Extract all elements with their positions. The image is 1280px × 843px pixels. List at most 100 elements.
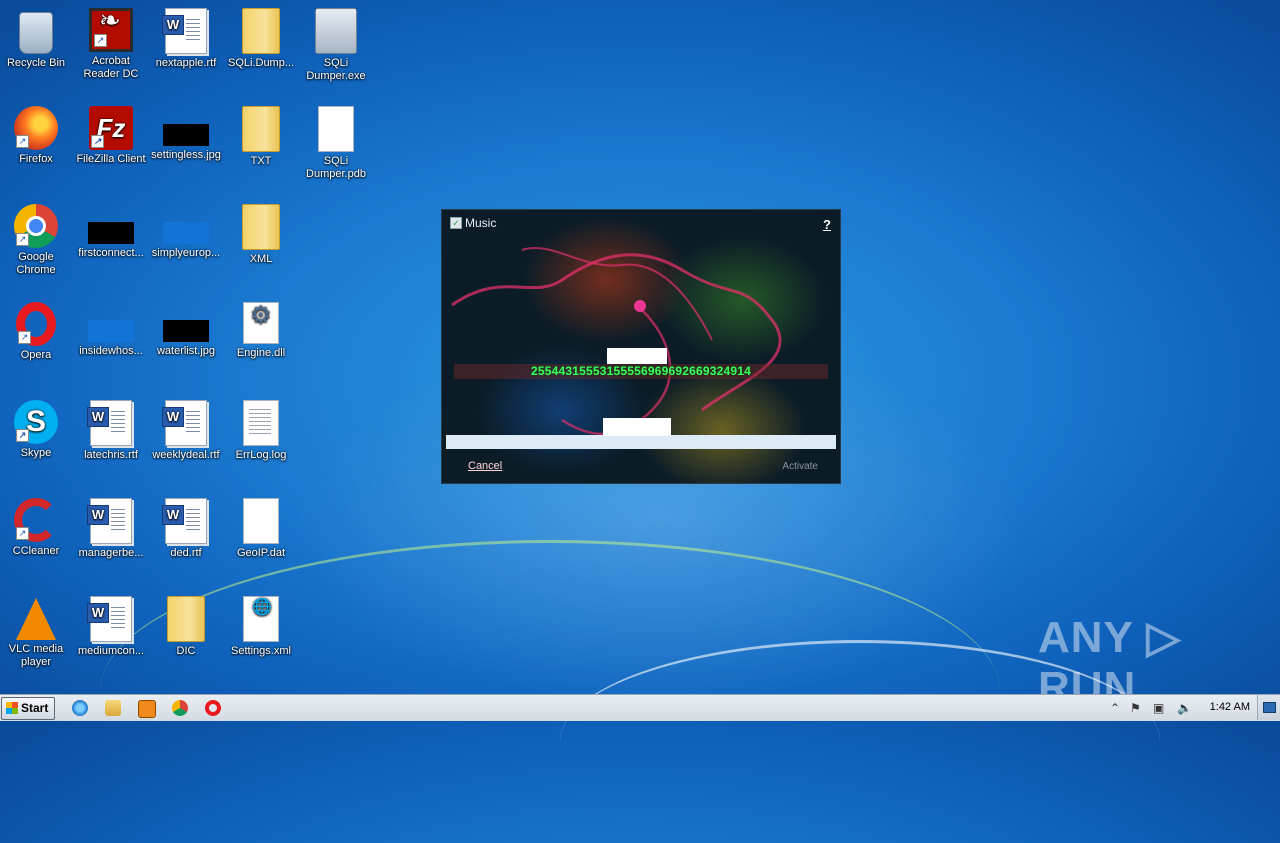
desktop-icon-settings-xml[interactable]: Settings.xml bbox=[224, 596, 298, 658]
desktop-icon-label: mediumcon... bbox=[77, 645, 145, 657]
music-dialog: ✓ Music ? 255443155531555569696926693249… bbox=[441, 209, 841, 484]
desktop-icon-managerbe[interactable]: managerbe... bbox=[74, 498, 148, 560]
desktop-icon-label: VLC media player bbox=[8, 643, 64, 668]
activate-button[interactable]: Activate bbox=[782, 461, 818, 472]
desktop-icon-latechris[interactable]: latechris.rtf bbox=[74, 400, 148, 462]
desktop-icon-chrome[interactable]: ↗ Google Chrome bbox=[0, 204, 73, 277]
desktop-icon-nextapple[interactable]: nextapple.rtf bbox=[149, 8, 223, 70]
windows-flag-icon bbox=[6, 702, 18, 714]
tray-expand-icon[interactable]: ⌃ bbox=[1110, 701, 1120, 715]
desktop-icon-label: Recycle Bin bbox=[6, 57, 66, 69]
desktop-icon-label: nextapple.rtf bbox=[155, 57, 217, 69]
folder-icon bbox=[242, 204, 280, 250]
desktop-icon-dic-folder[interactable]: DIC bbox=[149, 596, 223, 658]
desktop-icon-label: ErrLog.log bbox=[235, 449, 287, 461]
desktop-icon-txt-folder[interactable]: TXT bbox=[224, 106, 298, 168]
shortcut-arrow-icon: ↗ bbox=[16, 527, 29, 540]
desktop-icon-label: CCleaner bbox=[12, 545, 60, 557]
shortcut-arrow-icon: ↗ bbox=[91, 135, 104, 148]
desktop-icon-geoip[interactable]: GeoIP.dat bbox=[224, 498, 298, 560]
xml-file-icon bbox=[243, 596, 279, 642]
acrobat-icon: ↗ bbox=[89, 8, 133, 52]
desktop-icon-recycle-bin[interactable]: Recycle Bin bbox=[0, 8, 73, 70]
desktop-icon-opera[interactable]: ↗ Opera bbox=[0, 302, 73, 362]
folder-icon bbox=[242, 106, 280, 152]
desktop-icon-firefox[interactable]: ↗ Firefox bbox=[0, 106, 73, 166]
start-button[interactable]: Start bbox=[1, 697, 55, 720]
desktop-icon-settingless[interactable]: settingless.jpg bbox=[149, 106, 223, 162]
desktop-icon-label: SQLi.Dump... bbox=[227, 57, 295, 69]
white-block bbox=[603, 418, 671, 436]
desktop-icon-label: DIC bbox=[176, 645, 196, 657]
filezilla-icon: Fz ↗ bbox=[89, 106, 133, 150]
clock[interactable]: 1:42 AM bbox=[1210, 701, 1250, 713]
flag-tray-icon[interactable]: ⚑ bbox=[1130, 701, 1141, 715]
desktop-icon-label: SQLi Dumper.pdb bbox=[306, 155, 366, 180]
desktop-icon-sqli-dumper-exe[interactable]: SQLi Dumper.exe bbox=[299, 8, 373, 83]
desktop-icon-engine-dll[interactable]: Engine.dll bbox=[224, 302, 298, 360]
white-block bbox=[607, 348, 667, 364]
desktop-icon-label: ded.rtf bbox=[170, 547, 202, 559]
desktop-icon-label: XML bbox=[249, 253, 273, 265]
desktop-icon-label: settingless.jpg bbox=[151, 149, 221, 161]
desktop-icon-label: SQLi Dumper.exe bbox=[306, 57, 366, 82]
desktop-icon-label: insidewhos... bbox=[79, 345, 143, 357]
internet-explorer-icon[interactable] bbox=[72, 700, 88, 716]
shortcut-arrow-icon: ↗ bbox=[16, 429, 29, 442]
desktop-icon-waterlist[interactable]: waterlist.jpg bbox=[149, 302, 223, 358]
blank-file-icon bbox=[243, 498, 279, 544]
network-tray-icon[interactable]: ▣ bbox=[1153, 701, 1164, 715]
volume-tray-icon[interactable]: 🔈 bbox=[1177, 701, 1192, 715]
image-file-icon bbox=[88, 320, 134, 342]
desktop-icon-insidewhos[interactable]: insidewhos... bbox=[74, 302, 148, 358]
desktop-icon-filezilla[interactable]: Fz ↗ FileZilla Client bbox=[74, 106, 148, 166]
shortcut-arrow-icon: ↗ bbox=[16, 233, 29, 246]
cancel-button[interactable]: Cancel bbox=[468, 460, 502, 472]
desktop-icon-xml-folder[interactable]: XML bbox=[224, 204, 298, 266]
start-label: Start bbox=[21, 701, 49, 715]
opera-icon: ↗ bbox=[16, 302, 56, 346]
desktop-icon-label: Google Chrome bbox=[16, 251, 56, 276]
executable-icon bbox=[315, 8, 357, 54]
key-input[interactable] bbox=[446, 435, 836, 449]
firefox-icon: ↗ bbox=[14, 106, 58, 150]
desktop-icon-acrobat[interactable]: ↗ Acrobat Reader DC bbox=[74, 8, 148, 81]
ccleaner-icon: ↗ bbox=[14, 498, 58, 542]
desktop-icon-ccleaner[interactable]: ↗ CCleaner bbox=[0, 498, 73, 558]
desktop-icon-skype[interactable]: S ↗ Skype bbox=[0, 400, 73, 460]
desktop-icon-vlc[interactable]: VLC media player bbox=[0, 596, 73, 669]
opera-taskbar-icon[interactable] bbox=[205, 700, 221, 716]
blank-file-icon bbox=[318, 106, 354, 152]
shortcut-arrow-icon: ↗ bbox=[94, 34, 107, 47]
show-desktop-button[interactable] bbox=[1257, 695, 1280, 720]
desktop-icon-label: waterlist.jpg bbox=[156, 345, 216, 357]
word-document-icon bbox=[162, 8, 207, 54]
wallpaper-swoosh bbox=[100, 540, 1000, 843]
media-player-icon[interactable] bbox=[138, 700, 156, 718]
desktop-icon-mediumcon[interactable]: mediumcon... bbox=[74, 596, 148, 658]
chrome-taskbar-icon[interactable] bbox=[172, 700, 188, 716]
desktop-icon-label: firstconnect... bbox=[78, 247, 144, 259]
desktop-icon-sqli-dumper-pdb[interactable]: SQLi Dumper.pdb bbox=[299, 106, 373, 181]
desktop-icon-simplyeurop[interactable]: simplyeurop... bbox=[149, 204, 223, 260]
folder-icon bbox=[242, 8, 280, 54]
desktop-icon-label: Skype bbox=[20, 447, 52, 459]
desktop-icon-firstconnect[interactable]: firstconnect... bbox=[74, 204, 148, 260]
file-explorer-icon[interactable] bbox=[105, 700, 121, 716]
image-file-icon bbox=[163, 124, 209, 146]
help-button[interactable]: ? bbox=[823, 217, 831, 232]
image-file-icon bbox=[88, 222, 134, 244]
desktop-icon-ded[interactable]: ded.rtf bbox=[149, 498, 223, 560]
image-file-icon bbox=[163, 320, 209, 342]
desktop-icon-errlog[interactable]: ErrLog.log bbox=[224, 400, 298, 462]
desktop-icon-label: simplyeurop... bbox=[151, 247, 221, 259]
shortcut-arrow-icon: ↗ bbox=[18, 331, 31, 344]
word-document-icon bbox=[87, 498, 132, 544]
desktop-icon-label: Firefox bbox=[19, 153, 53, 165]
desktop-icon-weeklydeal[interactable]: weeklydeal.rtf bbox=[149, 400, 223, 462]
desktop-icon-sqli-dump-folder[interactable]: SQLi.Dump... bbox=[224, 8, 298, 70]
desktop-icon-label: Opera bbox=[20, 349, 52, 361]
desktop-icon-label: Engine.dll bbox=[236, 347, 286, 359]
music-checkbox[interactable]: ✓ bbox=[450, 217, 462, 229]
taskbar: Start ⌃ ⚑ ▣ 🔈 1:42 AM bbox=[0, 694, 1280, 721]
